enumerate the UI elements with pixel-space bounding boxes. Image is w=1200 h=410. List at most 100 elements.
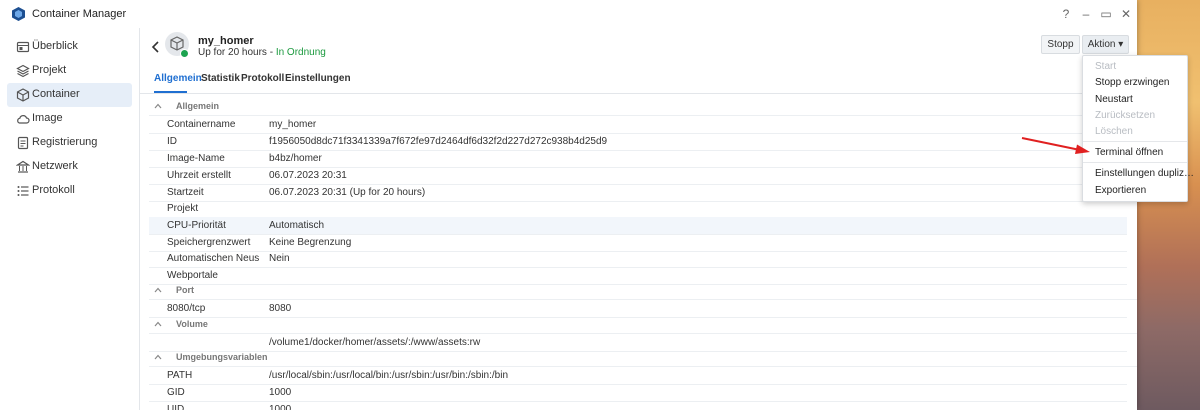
menu-item-export[interactable]: Exportieren <box>1095 185 1146 196</box>
container-manager-logo-icon <box>12 7 25 21</box>
container-icon <box>16 88 30 102</box>
section-volume-header[interactable]: Volume <box>149 317 1137 334</box>
row-key: Containername <box>167 119 236 130</box>
sidebar-item-label: Projekt <box>32 64 67 76</box>
sidebar-item-network[interactable]: Netzwerk <box>7 155 132 179</box>
row-key: UID <box>167 404 185 410</box>
row-key: Automatischen Neustart ... <box>167 253 259 264</box>
table-row: Automatischen Neustart ... Nein <box>149 250 1127 268</box>
log-icon <box>17 186 29 196</box>
section-env-header[interactable]: Umgebungsvariablen <box>149 350 1137 367</box>
row-value: Automatisch <box>269 220 325 231</box>
row-key: Image-Name <box>167 153 225 164</box>
overview-icon <box>16 41 30 53</box>
row-key: Uhrzeit erstellt <box>167 170 231 181</box>
menu-item-reset: Zurücksetzen <box>1095 110 1156 121</box>
table-row: Projekt <box>149 200 1127 218</box>
section-title: Port <box>176 285 194 295</box>
menu-item-start: Start <box>1095 61 1117 72</box>
tab-settings[interactable]: Einstellungen <box>285 73 351 84</box>
section-title: Allgemein <box>176 101 220 111</box>
row-value: f1956050d8dc71f3341339a7f672fe97d2464df6… <box>269 136 608 147</box>
tab-general[interactable]: Allgemein <box>154 73 202 84</box>
table-row: GID 1000 <box>149 384 1127 402</box>
back-arrow-icon[interactable] <box>151 40 161 54</box>
sidebar: Überblick Projekt Container Image Regist… <box>0 28 140 410</box>
chevron-up-icon <box>154 354 162 360</box>
registry-icon <box>17 136 29 150</box>
active-tab-indicator <box>154 91 187 93</box>
row-value: my_homer <box>269 119 317 130</box>
sidebar-item-container[interactable]: Container <box>7 83 132 107</box>
row-value: Keine Begrenzung <box>269 237 352 248</box>
tab-bar: Allgemein Statistik Protokoll Einstellun… <box>139 67 1137 94</box>
minimize-icon[interactable]: – <box>1078 6 1094 22</box>
row-key: Webportale <box>167 270 218 281</box>
network-icon <box>16 160 30 173</box>
help-icon[interactable]: ? <box>1058 6 1074 22</box>
sidebar-item-label: Protokoll <box>32 184 75 196</box>
app-window: Container Manager ? – ▭ ✕ Überblick Proj… <box>0 0 1137 410</box>
project-icon <box>16 64 30 78</box>
tab-statistics[interactable]: Statistik <box>201 73 240 84</box>
row-key: Speichergrenzwert <box>167 237 251 248</box>
annotation-arrow-icon <box>1021 137 1090 154</box>
sidebar-item-registry[interactable]: Registrierung <box>7 131 132 155</box>
stop-button[interactable]: Stopp <box>1041 35 1080 54</box>
action-button[interactable]: Aktion ▾ <box>1082 35 1129 54</box>
title-bar: Container Manager ? – ▭ ✕ <box>0 0 1137 28</box>
row-key: ID <box>167 136 177 147</box>
action-menu: Start Stopp erzwingen Neustart Zurückset… <box>1082 55 1194 202</box>
maximize-icon[interactable]: ▭ <box>1098 6 1114 22</box>
close-icon[interactable]: ✕ <box>1118 6 1134 22</box>
row-value: b4bz/homer <box>269 153 322 164</box>
row-value: 06.07.2023 20:31 (Up for 20 hours) <box>269 187 426 198</box>
sidebar-item-label: Überblick <box>32 40 78 52</box>
menu-item-delete: Löschen <box>1095 126 1133 137</box>
uptime-text: Up for 20 hours - <box>198 47 276 58</box>
section-port-header[interactable]: Port <box>149 283 1137 300</box>
chevron-up-icon <box>154 287 162 293</box>
sidebar-item-log[interactable]: Protokoll <box>7 179 132 203</box>
details-panel: Allgemein Containername my_homer ID f19560… <box>139 96 1137 410</box>
menu-item-duplicate-settings[interactable]: Einstellungen dupliz… <box>1095 168 1194 179</box>
row-value: 8080 <box>269 303 292 314</box>
row-value: 06.07.2023 20:31 <box>269 170 347 181</box>
menu-separator <box>1083 141 1187 142</box>
row-value: 1000 <box>269 387 292 398</box>
container-status: Up for 20 hours - In Ordnung <box>198 47 326 58</box>
sidebar-item-label: Registrierung <box>32 136 98 148</box>
table-row: ID f1956050d8dc71f3341339a7f672fe97d2464d… <box>149 133 1127 151</box>
row-key: GID <box>167 387 185 398</box>
table-row: Uhrzeit erstellt 06.07.2023 20:31 <box>149 167 1127 185</box>
app-title: Container Manager <box>32 8 127 20</box>
sidebar-item-image[interactable]: Image <box>7 107 132 131</box>
menu-separator <box>1083 162 1187 163</box>
table-row: 8080/tcp 8080 <box>149 300 1127 318</box>
chevron-up-icon <box>154 321 162 327</box>
sidebar-item-label: Netzwerk <box>32 160 78 172</box>
menu-item-force-stop[interactable]: Stopp erzwingen <box>1095 77 1170 88</box>
menu-item-open-terminal[interactable]: Terminal öffnen <box>1095 147 1163 158</box>
row-value: /usr/local/sbin:/usr/local/bin:/usr/sbin… <box>269 370 508 381</box>
health-status: In Ordnung <box>275 47 326 58</box>
sidebar-item-project[interactable]: Projekt <box>7 59 132 83</box>
chevron-up-icon <box>154 103 162 109</box>
row-key: 8080/tcp <box>167 303 206 314</box>
section-title: Umgebungsvariablen <box>176 352 268 362</box>
row-value: 1000 <box>269 404 292 410</box>
row-key: Projekt <box>167 203 199 214</box>
tab-log[interactable]: Protokoll <box>241 73 284 84</box>
row-key: PATH <box>167 370 193 381</box>
section-general-header[interactable]: Allgemein <box>149 99 1137 116</box>
running-status-dot <box>180 49 189 58</box>
table-row: Containername my_homer <box>149 116 1127 134</box>
table-row: UID 1000 <box>149 401 1127 410</box>
table-row: CPU-Priorität Automatisch <box>149 217 1127 235</box>
table-row: Image-Name b4bz/homer <box>149 150 1127 168</box>
menu-item-restart[interactable]: Neustart <box>1095 94 1133 105</box>
row-key: CPU-Priorität <box>167 220 226 231</box>
cloud-icon <box>17 115 30 124</box>
sidebar-item-overview[interactable]: Überblick <box>7 35 132 59</box>
container-name: my_homer <box>198 35 254 47</box>
